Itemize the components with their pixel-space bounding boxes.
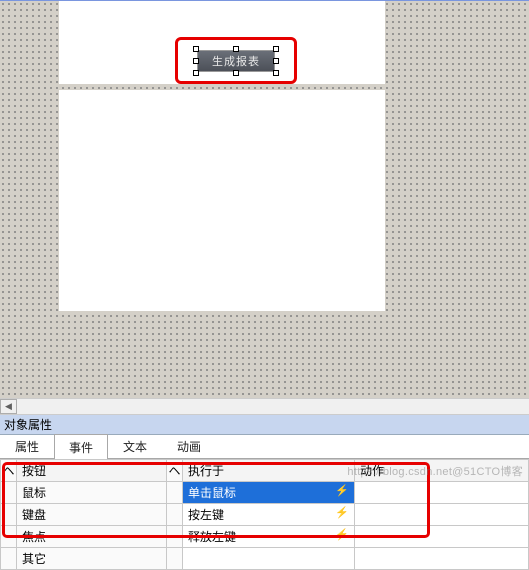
cell-trigger[interactable]: 按左键⚡	[183, 504, 355, 526]
events-grid: ヘ 按钮 ヘ 执行于 动作 鼠标 单击鼠标⚡ 键盘 按左键⚡ 焦点 释放左键⚡	[0, 459, 529, 559]
header-category: 按钮	[17, 460, 167, 482]
properties-tabs: 属性 事件 文本 动画	[0, 435, 529, 459]
resize-handle-mr[interactable]	[273, 58, 279, 64]
cell-action[interactable]	[355, 504, 529, 526]
cell-category[interactable]: 键盘	[17, 504, 167, 526]
scroll-left-button[interactable]: ◀	[0, 399, 17, 414]
tab-properties[interactable]: 属性	[0, 433, 54, 458]
grid-row[interactable]: 焦点 释放左键⚡	[1, 526, 529, 548]
expand-toggle[interactable]: ヘ	[1, 460, 17, 482]
grid-row[interactable]: 键盘 按左键⚡	[1, 504, 529, 526]
resize-handle-tr[interactable]	[273, 46, 279, 52]
cell-category[interactable]: 焦点	[17, 526, 167, 548]
cell-trigger[interactable]: 单击鼠标⚡	[183, 482, 355, 504]
cell-category[interactable]: 鼠标	[17, 482, 167, 504]
resize-handle-br[interactable]	[273, 70, 279, 76]
resize-handle-bc[interactable]	[233, 70, 239, 76]
cell-action[interactable]	[355, 526, 529, 548]
resize-handle-tl[interactable]	[193, 46, 199, 52]
cell-trigger[interactable]: 释放左键⚡	[183, 526, 355, 548]
tab-text[interactable]: 文本	[108, 433, 162, 458]
lightning-icon[interactable]: ⚡	[335, 484, 349, 497]
expand-toggle[interactable]: ヘ	[167, 460, 183, 482]
tab-events[interactable]: 事件	[54, 434, 108, 459]
generate-report-button[interactable]: 生成报表	[197, 50, 275, 72]
lightning-icon[interactable]: ⚡	[335, 528, 349, 541]
resize-handle-ml[interactable]	[193, 58, 199, 64]
grid-row[interactable]: 鼠标 单击鼠标⚡	[1, 482, 529, 504]
report-sheet-section-main	[59, 90, 385, 311]
resize-handle-tc[interactable]	[233, 46, 239, 52]
grid-header-row: ヘ 按钮 ヘ 执行于 动作	[1, 460, 529, 482]
resize-handle-bl[interactable]	[193, 70, 199, 76]
header-trigger: 执行于	[183, 460, 355, 482]
header-action: 动作	[355, 460, 529, 482]
design-canvas[interactable]: 生成报表	[0, 0, 529, 398]
tab-animation[interactable]: 动画	[162, 433, 216, 458]
cell-action[interactable]	[355, 482, 529, 504]
properties-panel-title: 对象属性	[0, 415, 529, 435]
lightning-icon[interactable]: ⚡	[335, 506, 349, 519]
scrollbar-horizontal[interactable]: ◀	[0, 398, 529, 415]
